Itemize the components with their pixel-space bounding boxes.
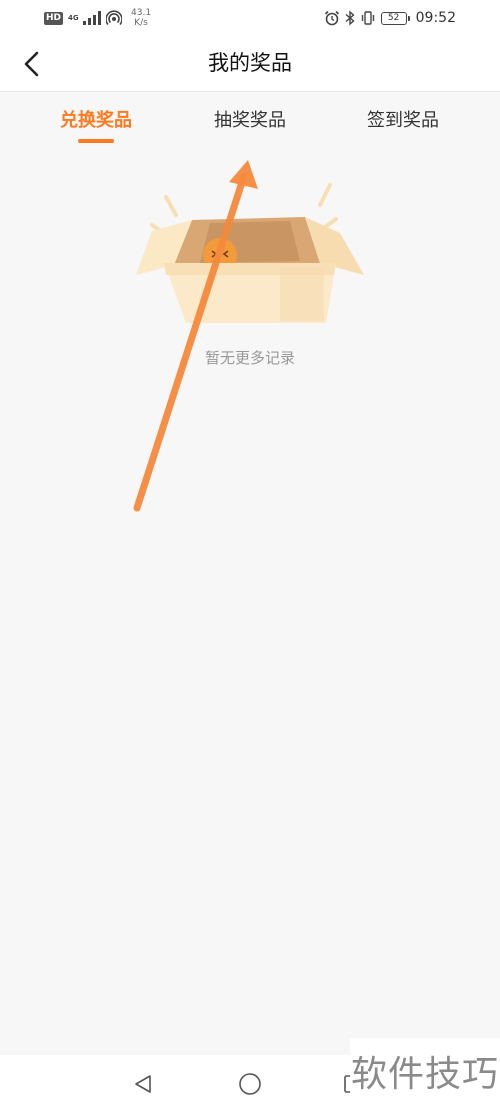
speed-value: 43.1 bbox=[131, 8, 152, 18]
vibrate-icon bbox=[361, 11, 374, 25]
status-bar-right: 52 09:52 bbox=[324, 8, 456, 28]
prize-tabs: 兑换奖品 抽奖奖品 签到奖品 bbox=[0, 93, 500, 153]
tab-lottery-prizes[interactable]: 抽奖奖品 bbox=[180, 93, 320, 153]
tab-label: 兑换奖品 bbox=[60, 110, 132, 131]
circle-home-icon bbox=[239, 1073, 261, 1095]
watermark: 软件技巧 bbox=[350, 1038, 500, 1111]
annotation-arrow bbox=[133, 160, 258, 512]
hotspot-icon bbox=[106, 10, 123, 26]
active-tab-indicator bbox=[78, 139, 114, 143]
speed-unit: K/s bbox=[134, 18, 148, 28]
tab-label: 抽奖奖品 bbox=[214, 110, 286, 131]
triangle-back-icon bbox=[135, 1075, 151, 1093]
tab-exchange-prizes[interactable]: 兑换奖品 bbox=[26, 93, 166, 153]
empty-box-icon bbox=[136, 183, 364, 323]
network-speed: 43.1 K/s bbox=[131, 8, 151, 28]
status-bar: HD 4G 43.1 K/s 52 09:52 bbox=[0, 0, 500, 36]
network-type: 4G bbox=[68, 14, 79, 22]
battery-indicator: 52 bbox=[380, 11, 410, 25]
empty-state-message: 暂无更多记录 bbox=[204, 349, 295, 367]
page-title: 我的奖品 bbox=[208, 51, 292, 75]
tab-label: 签到奖品 bbox=[367, 110, 439, 131]
tab-checkin-prizes[interactable]: 签到奖品 bbox=[333, 93, 473, 153]
clock: 09:52 bbox=[415, 10, 456, 26]
bluetooth-icon bbox=[345, 10, 355, 26]
app-header: 我的奖品 bbox=[0, 36, 500, 92]
hd-badge: HD bbox=[44, 11, 64, 25]
nav-back-button[interactable] bbox=[128, 1069, 158, 1099]
signal-icon bbox=[83, 11, 102, 25]
alarm-icon bbox=[324, 10, 339, 26]
nav-home-button[interactable] bbox=[235, 1069, 265, 1099]
status-bar-left: HD 4G 43.1 K/s bbox=[44, 8, 151, 28]
